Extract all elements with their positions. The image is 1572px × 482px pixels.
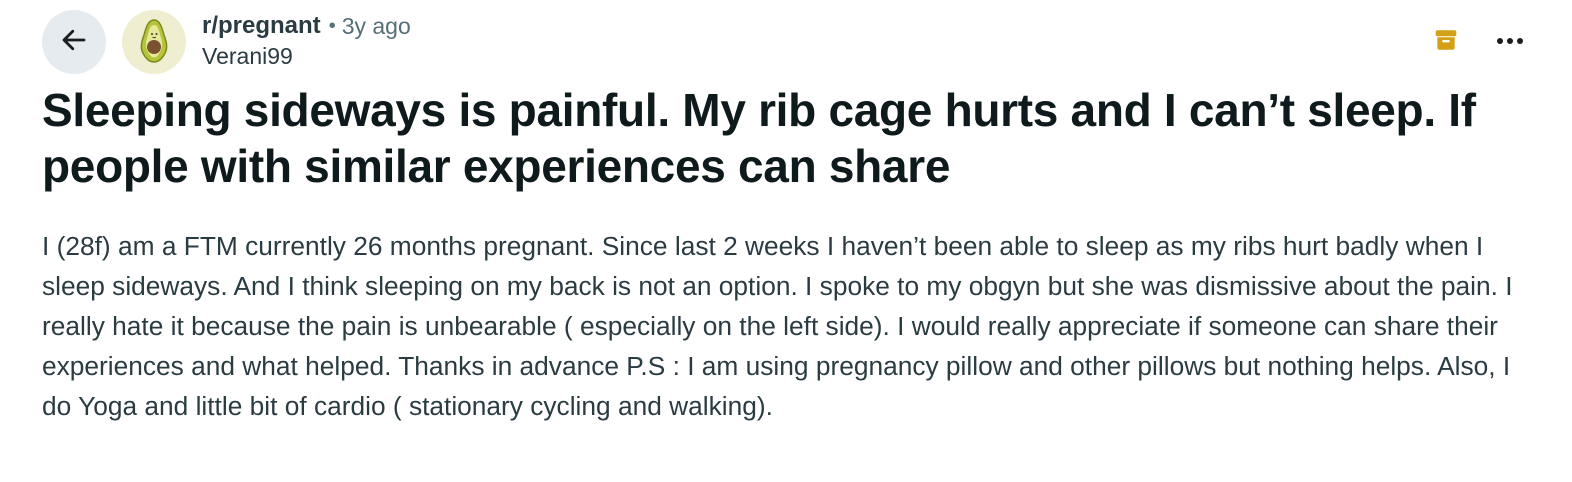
post-actions <box>1426 24 1530 60</box>
avatar[interactable] <box>122 10 186 74</box>
archive-button[interactable] <box>1426 24 1466 60</box>
post-header: r/pregnant • 3y ago Verani99 <box>42 10 1530 74</box>
back-button[interactable] <box>42 10 106 74</box>
more-options-icon <box>1495 33 1525 51</box>
subreddit-link[interactable]: r/pregnant <box>202 12 321 40</box>
avocado-icon <box>122 10 186 74</box>
arrow-left-icon <box>59 25 89 60</box>
post-body: I (28f) am a FTM currently 26 months pre… <box>42 231 1513 421</box>
author-link[interactable]: Verani99 <box>202 43 411 70</box>
post-title: Sleeping sideways is painful. My rib cag… <box>42 84 1476 192</box>
post-time: 3y ago <box>341 12 411 39</box>
meta-separator: • <box>328 14 336 37</box>
more-options-button[interactable] <box>1490 24 1530 60</box>
post-meta: r/pregnant • 3y ago Verani99 <box>202 12 411 70</box>
archive-icon <box>1433 27 1459 58</box>
